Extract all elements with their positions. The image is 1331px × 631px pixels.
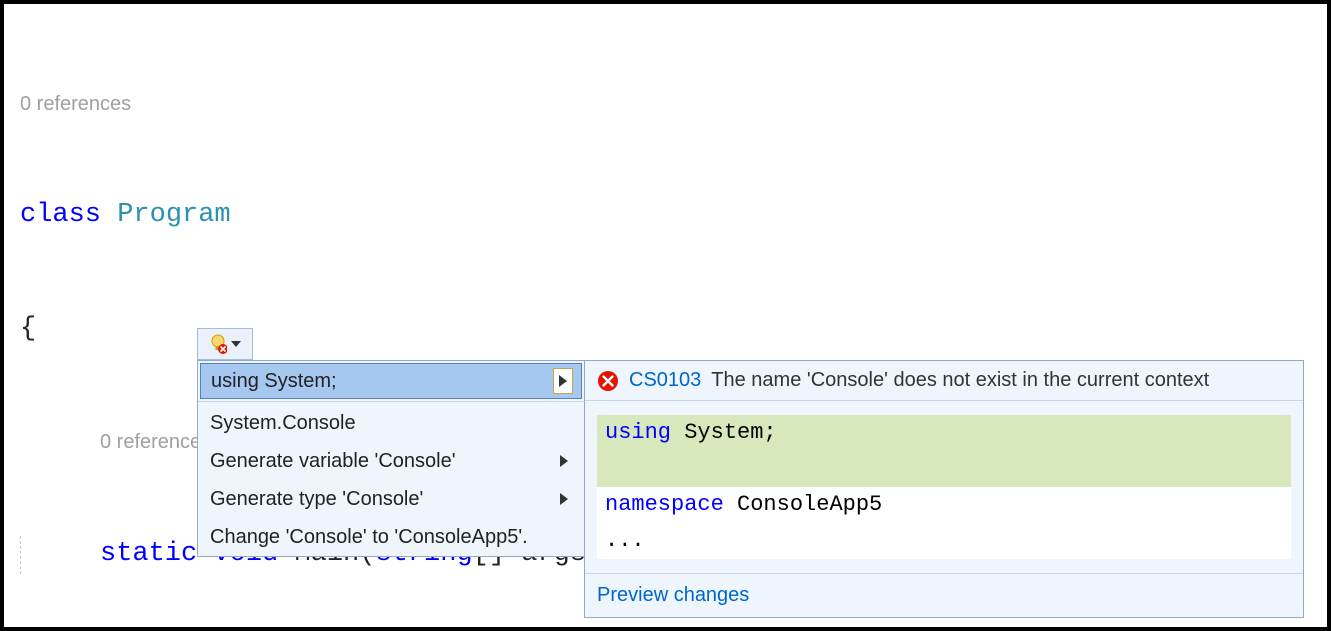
submenu-indicator <box>554 448 574 474</box>
quickfix-item-label: System.Console <box>210 412 356 435</box>
preview-added-blank <box>597 451 1291 487</box>
submenu-indicator <box>554 486 574 512</box>
chevron-right-icon <box>559 375 567 387</box>
quickfix-item-generate-variable[interactable]: Generate variable 'Console' <box>198 442 584 480</box>
error-code[interactable]: CS0103 <box>629 369 701 392</box>
chevron-right-icon <box>560 455 568 467</box>
brace: { <box>20 314 36 344</box>
preview-ellipsis: ... <box>597 523 1291 559</box>
chevron-down-icon <box>231 340 241 348</box>
keyword-class: class <box>20 200 101 230</box>
preview-footer: Preview changes <box>585 573 1303 617</box>
lightbulb-icon <box>209 333 227 355</box>
quickfix-menu: using System; System.Console Generate va… <box>197 360 585 557</box>
preview-changes-link[interactable]: Preview changes <box>597 584 749 606</box>
lightbulb-quickfix-button[interactable] <box>197 328 253 360</box>
code-line[interactable]: class Program <box>20 197 1327 235</box>
error-message: The name 'Console' does not exist in the… <box>711 369 1209 392</box>
error-icon <box>597 370 619 392</box>
keyword-static: static <box>100 539 197 569</box>
chevron-right-icon <box>560 493 568 505</box>
quickfix-item-system-console[interactable]: System.Console <box>198 404 584 442</box>
preview-context-line: namespace ConsoleApp5 <box>597 487 1291 523</box>
quickfix-item-label: Generate type 'Console' <box>210 488 423 511</box>
quickfix-item-label: using System; <box>211 370 337 393</box>
quickfix-item-label: Generate variable 'Console' <box>210 450 456 473</box>
quickfix-item-label: Change 'Console' to 'ConsoleApp5'. <box>210 526 528 549</box>
quickfix-item-generate-type[interactable]: Generate type 'Console' <box>198 480 584 518</box>
codelens-class[interactable]: 0 references <box>20 86 1327 122</box>
quickfix-item-change-to-consoleapp5[interactable]: Change 'Console' to 'ConsoleApp5'. <box>198 518 584 556</box>
preview-added-line: using System; <box>597 415 1291 451</box>
quickfix-item-using-system[interactable]: using System; <box>200 363 582 399</box>
quickfix-preview-panel: CS0103 The name 'Console' does not exist… <box>584 360 1304 618</box>
menu-separator <box>198 401 584 402</box>
preview-code-block: using System; namespace ConsoleApp5 ... <box>597 415 1291 559</box>
submenu-indicator <box>553 368 573 394</box>
error-header: CS0103 The name 'Console' does not exist… <box>585 361 1303 401</box>
type-program: Program <box>117 200 230 230</box>
